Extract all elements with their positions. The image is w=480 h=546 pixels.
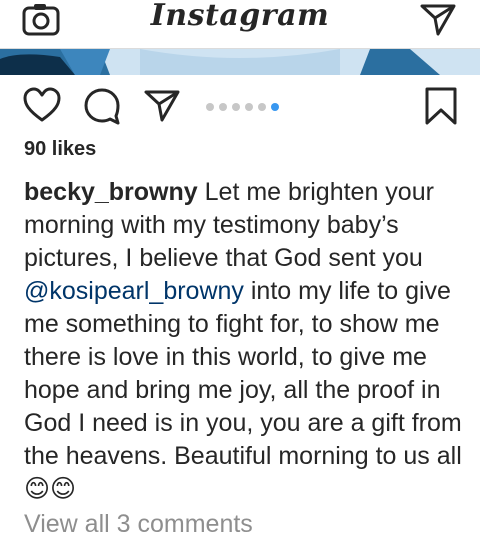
carousel-dot bbox=[219, 103, 227, 111]
paper-plane-icon[interactable] bbox=[418, 0, 458, 36]
likes-count[interactable]: 90 likes bbox=[24, 138, 96, 161]
instagram-logo: Instagram bbox=[150, 0, 330, 33]
caption-text: into my life to give me something to fig… bbox=[24, 277, 462, 503]
share-icon[interactable] bbox=[142, 86, 182, 131]
carousel-dot-active bbox=[271, 103, 279, 111]
top-bar: Instagram bbox=[0, 0, 480, 49]
post-caption: becky_browny Let me brighten your mornin… bbox=[24, 176, 464, 506]
camera-icon[interactable] bbox=[22, 2, 62, 38]
carousel-dot bbox=[258, 103, 266, 111]
carousel-dot bbox=[232, 103, 240, 111]
caption-username[interactable]: becky_browny bbox=[24, 178, 198, 206]
post-actions bbox=[0, 86, 480, 130]
comment-icon[interactable] bbox=[82, 86, 122, 131]
bookmark-icon[interactable] bbox=[424, 86, 458, 131]
heart-icon[interactable] bbox=[22, 86, 62, 131]
view-comments-link[interactable]: View all 3 comments bbox=[24, 510, 253, 539]
post-photo[interactable] bbox=[0, 49, 480, 75]
caption-mention[interactable]: @kosipearl_browny bbox=[24, 277, 244, 305]
carousel-dot bbox=[245, 103, 253, 111]
carousel-indicator bbox=[206, 102, 279, 112]
carousel-dot bbox=[206, 103, 214, 111]
